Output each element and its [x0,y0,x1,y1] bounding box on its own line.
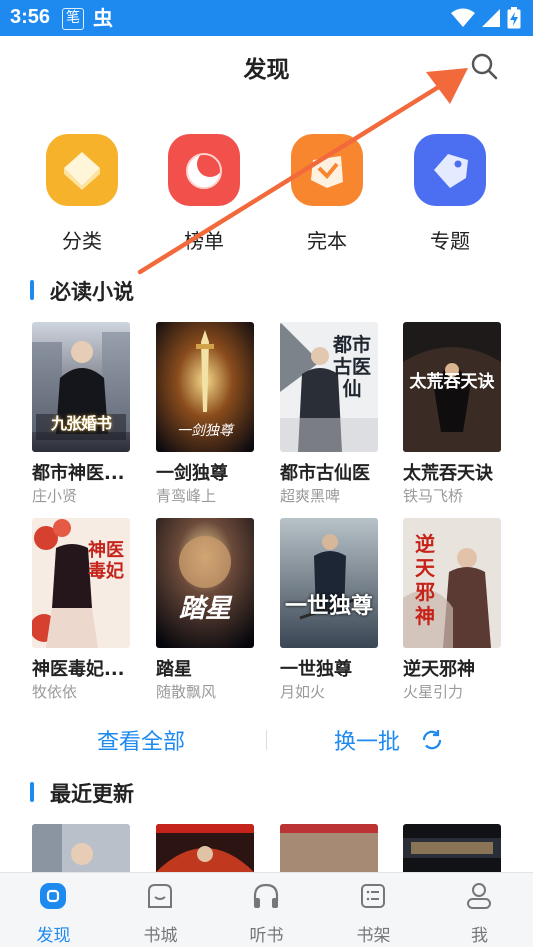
search-icon [471,53,498,80]
action-divider [266,730,267,750]
book-author: 铁马飞桥 [403,487,464,505]
wifi-icon [451,8,475,27]
bookshelf-icon [361,884,385,908]
status-icons [451,6,521,30]
cover-title: 都市古医仙 [332,334,371,400]
book-cover: 一剑独尊 [156,322,254,452]
book-title: 神医毒妃... [32,659,125,680]
cover-title: 逆天邪神 [415,532,435,628]
book-title: 都市神医... [32,463,125,484]
book-title: 太荒吞天诀 [403,463,493,484]
book-author: 超爽黑啤 [280,487,341,505]
ranking-icon [168,134,240,206]
book-card[interactable]: 太荒吞天诀 太荒吞天诀 铁马飞桥 [403,322,513,512]
nav-audiobook[interactable]: 听书 [213,873,320,947]
recent-book-cover[interactable] [403,824,501,872]
nav-bookstore[interactable]: 书城 [107,873,214,947]
book-title: 都市古仙医 [280,463,370,484]
status-time: 3:56 [10,6,51,28]
profile-icon [467,883,491,909]
title-bar: 发现 [0,36,533,98]
cover-title: 一世独尊 [284,593,373,619]
category-label: 完本 [307,229,347,253]
section-recent-header: 最近更新 [30,779,230,806]
page-title: 发现 [243,57,290,83]
book-author: 随散飘风 [156,683,217,701]
section-accent-bar [30,782,34,802]
bookstore-icon [148,884,172,908]
book-author: 庄小贤 [32,487,78,505]
book-card[interactable]: 一世独尊 一世独尊 月如火 [280,518,390,708]
category-row: 分类 榜单 完本 专题 [0,130,533,260]
nav-bookshelf[interactable]: 书架 [320,873,427,947]
section-must-read-header: 必读小说 [30,277,230,304]
recent-book-cover[interactable] [280,824,378,872]
topic-icon [414,134,486,206]
notification-badge: 笔 [62,8,84,30]
book-cover: 都市古医仙 [280,322,378,452]
book-cover: 九张婚书 [32,322,130,452]
section-title: 最近更新 [50,782,134,806]
book-title: 逆天邪神 [403,659,475,680]
cover-title: 踏星 [178,594,231,624]
nav-discover[interactable]: 发现 [0,873,107,947]
book-card[interactable]: 踏星 踏星 随散飘风 [156,518,266,708]
section-accent-bar [30,280,34,300]
book-author: 月如火 [280,683,326,701]
nav-label: 听书 [249,926,284,946]
book-card[interactable]: 一剑独尊 一剑独尊 青鸾峰上 [156,322,266,512]
nav-profile[interactable]: 我 [426,873,533,947]
category-topic[interactable]: 专题 [400,130,500,255]
nav-label: 书城 [143,926,178,946]
cover-title: 太荒吞天诀 [409,372,495,392]
cover-title: 一剑独尊 [177,423,233,439]
signal-icon [482,9,500,27]
book-cover: 逆天邪神 [403,518,501,648]
category-ranking[interactable]: 榜单 [154,130,254,255]
book-card[interactable]: 九张婚书 都市神医... 庄小贤 [32,322,142,512]
cover-title: 神医毒妃 [88,540,124,582]
discover-icon [40,883,66,909]
book-author: 火星引力 [403,683,464,701]
book-title: 踏星 [156,659,192,680]
recent-book-cover[interactable] [156,824,254,872]
category-label: 专题 [430,229,470,253]
category-label: 榜单 [184,229,224,253]
battery-charging-icon [507,7,521,29]
book-cover: 神医毒妃 [32,518,130,648]
book-card[interactable]: 都市古医仙 都市古仙医 超爽黑啤 [280,322,390,512]
nav-label: 书架 [356,926,391,946]
recent-book-cover[interactable] [32,824,130,872]
section-title: 必读小说 [50,280,134,304]
book-author: 青鸾峰上 [156,487,217,505]
book-cover: 一世独尊 [280,518,378,648]
book-cover: 太荒吞天诀 [403,322,501,452]
book-card[interactable]: 逆天邪神 逆天邪神 火星引力 [403,518,513,708]
bottom-nav: 发现 书城 听书 书架 我 [0,872,533,947]
book-cover: 踏星 [156,518,254,648]
refresh-icon[interactable] [420,728,444,752]
book-title: 一剑独尊 [156,463,228,484]
cover-title: 九张婚书 [50,414,112,433]
headphones-icon [253,883,279,908]
search-button[interactable] [468,50,502,84]
nav-label: 我 [471,926,488,946]
refresh-link[interactable]: 换一批 [334,724,400,756]
book-title: 一世独尊 [280,659,352,680]
category-label: 分类 [62,229,102,253]
category-finished[interactable]: 完本 [277,130,377,255]
app-notification-icon: 虫 [93,6,113,30]
nav-label: 发现 [36,926,71,946]
book-card[interactable]: 神医毒妃 神医毒妃... 牧依依 [32,518,142,708]
category-icon [46,134,118,206]
section-actions: 查看全部 换一批 [0,722,533,758]
category-classify[interactable]: 分类 [32,130,132,255]
status-bar: 3:56 笔 虫 [0,0,533,36]
book-author: 牧依依 [32,683,78,701]
view-all-link[interactable]: 查看全部 [97,724,185,756]
finished-icon [291,134,363,206]
